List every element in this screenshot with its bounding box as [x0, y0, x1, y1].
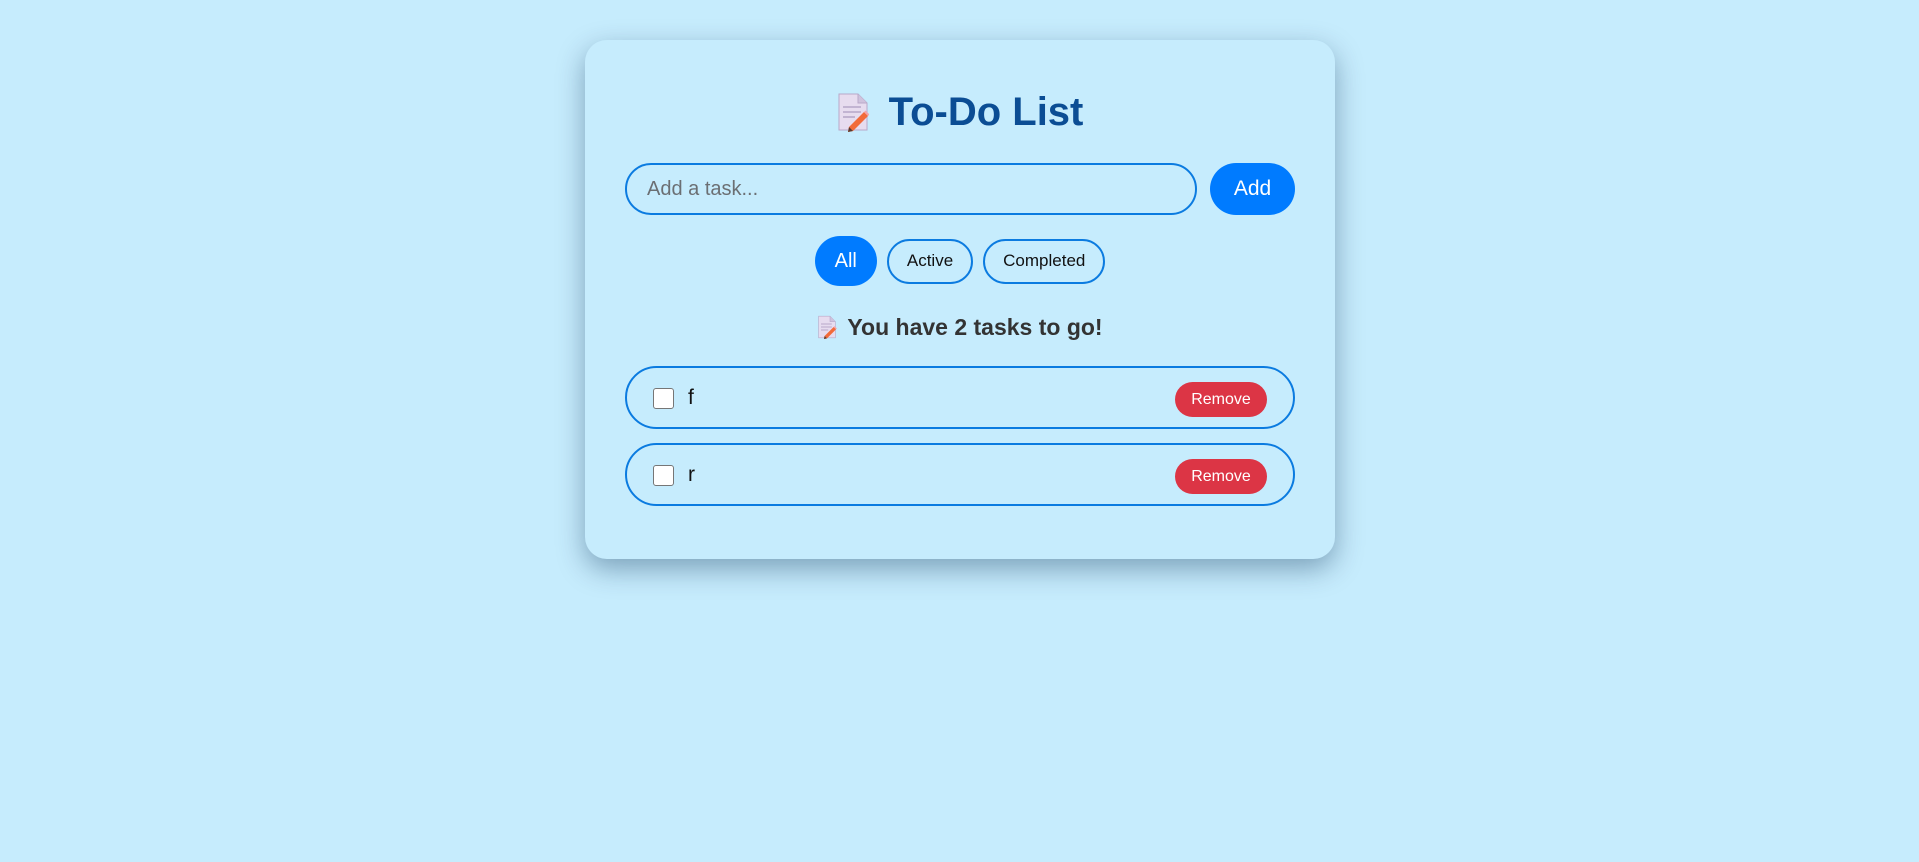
memo-icon: [817, 315, 838, 339]
filter-completed-button[interactable]: Completed: [983, 238, 1106, 284]
remove-task-button[interactable]: Remove: [1175, 382, 1267, 417]
task-item: r Remove: [625, 443, 1295, 506]
memo-icon: [837, 92, 869, 132]
remove-task-button[interactable]: Remove: [1175, 459, 1267, 494]
filter-active-button[interactable]: Active: [886, 238, 974, 284]
header: To-Do List: [585, 86, 1335, 138]
counter-text: You have 2 tasks to go!: [847, 313, 1103, 340]
filter-bar: All Active Completed: [585, 236, 1335, 286]
task-counter: You have 2 tasks to go!: [585, 310, 1335, 344]
task-text: f: [688, 386, 694, 409]
todo-card: To-Do List Add All Active Completed You …: [585, 40, 1335, 559]
task-list: f Remove r Remove: [625, 366, 1295, 520]
task-checkbox[interactable]: [653, 388, 674, 409]
task-item: f Remove: [625, 366, 1295, 429]
filter-all-button[interactable]: All: [814, 236, 877, 286]
page-title: To-Do List: [888, 89, 1084, 134]
task-checkbox[interactable]: [653, 465, 674, 486]
task-text: r: [688, 463, 695, 486]
task-input[interactable]: [625, 163, 1197, 215]
add-task-button[interactable]: Add: [1210, 163, 1295, 215]
task-input-row: Add: [625, 163, 1295, 215]
